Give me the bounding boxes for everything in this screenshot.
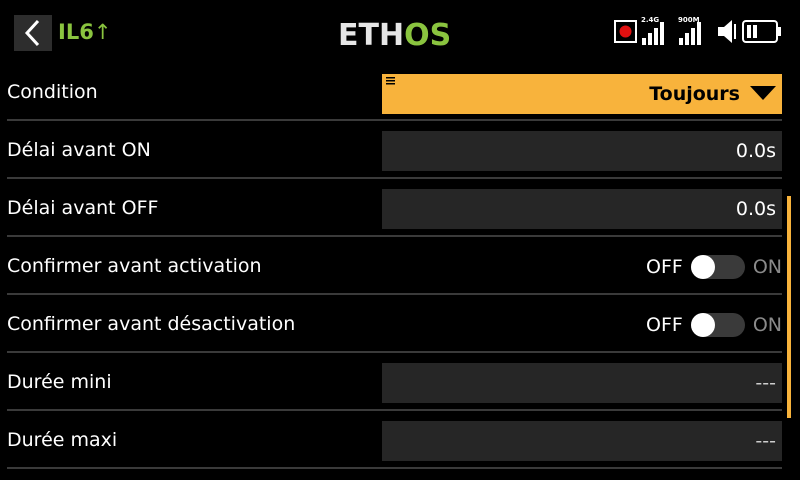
signal-2g4: 2.4G (641, 16, 667, 46)
logo-eth: ETH (338, 18, 405, 53)
max-duration-label: Durée maxi (7, 429, 118, 451)
toggle-switch[interactable] (690, 254, 745, 279)
signal-900m: 900M (678, 16, 704, 46)
record-status (614, 16, 638, 46)
battery-icon (742, 20, 781, 43)
toggle-on-label: ON (752, 313, 782, 336)
battery-status (742, 16, 782, 46)
toggle-off-label: OFF (646, 255, 683, 278)
toggle-on-label: ON (752, 255, 782, 278)
row-max-duration: Durée maxi --- (0, 412, 790, 469)
triangle-down-icon (750, 86, 776, 100)
row-divider (7, 235, 782, 237)
arrow-up-icon: ↑ (93, 20, 112, 44)
min-duration-label: Durée mini (7, 371, 112, 393)
row-confirm-deactivation: Confirmer avant désactivation OFF ON (0, 296, 790, 353)
model-name: IL6↑ (58, 20, 111, 44)
confirm-deactivation-toggle[interactable]: OFF ON (646, 296, 782, 353)
menu-lines-icon (386, 77, 395, 85)
row-divider (7, 119, 782, 121)
confirm-activation-label: Confirmer avant activation (7, 255, 262, 277)
condition-label: Condition (7, 81, 98, 103)
delay-on-value: 0.0s (735, 140, 776, 162)
min-duration-field[interactable]: --- (382, 363, 782, 403)
condition-dropdown[interactable]: Toujours (382, 74, 782, 114)
row-divider (7, 409, 782, 411)
max-duration-value: --- (755, 430, 776, 452)
row-confirm-activation: Confirmer avant activation OFF ON (0, 238, 790, 295)
row-divider (7, 351, 782, 353)
toggle-knob (690, 312, 715, 337)
ethos-logo: ETHOS (338, 18, 451, 53)
confirm-activation-toggle[interactable]: OFF ON (646, 238, 782, 295)
row-delay-off: Délai avant OFF 0.0s (0, 180, 790, 237)
toggle-off-label: OFF (646, 313, 683, 336)
delay-on-label: Délai avant ON (7, 139, 151, 161)
rf-label-2g4: 2.4G (641, 16, 660, 24)
record-icon (614, 20, 637, 43)
confirm-deactivation-label: Confirmer avant désactivation (7, 313, 296, 335)
toggle-knob (690, 254, 715, 279)
delay-off-field[interactable]: 0.0s (382, 189, 782, 229)
row-divider (7, 177, 782, 179)
delay-off-label: Délai avant OFF (7, 197, 159, 219)
toggle-switch[interactable] (690, 312, 745, 337)
delay-off-value: 0.0s (735, 198, 776, 220)
row-condition: Condition Toujours (0, 64, 790, 121)
rf-label-900m: 900M (678, 16, 700, 24)
min-duration-value: --- (755, 372, 776, 394)
top-bar: IL6↑ ETHOS 2.4G 900M (0, 0, 800, 62)
model-name-text: IL6 (58, 20, 94, 44)
chevron-left-icon (24, 19, 40, 47)
scrollbar[interactable] (787, 196, 791, 418)
volume-status (716, 16, 740, 46)
back-button[interactable] (14, 15, 52, 51)
row-min-duration: Durée mini --- (0, 354, 790, 411)
max-duration-field[interactable]: --- (382, 421, 782, 461)
speaker-icon (718, 20, 736, 43)
logo-os: OS (404, 18, 452, 53)
row-delay-on: Délai avant ON 0.0s (0, 122, 790, 179)
row-divider (7, 467, 782, 469)
delay-on-field[interactable]: 0.0s (382, 131, 782, 171)
condition-value: Toujours (649, 83, 740, 105)
row-divider (7, 293, 782, 295)
